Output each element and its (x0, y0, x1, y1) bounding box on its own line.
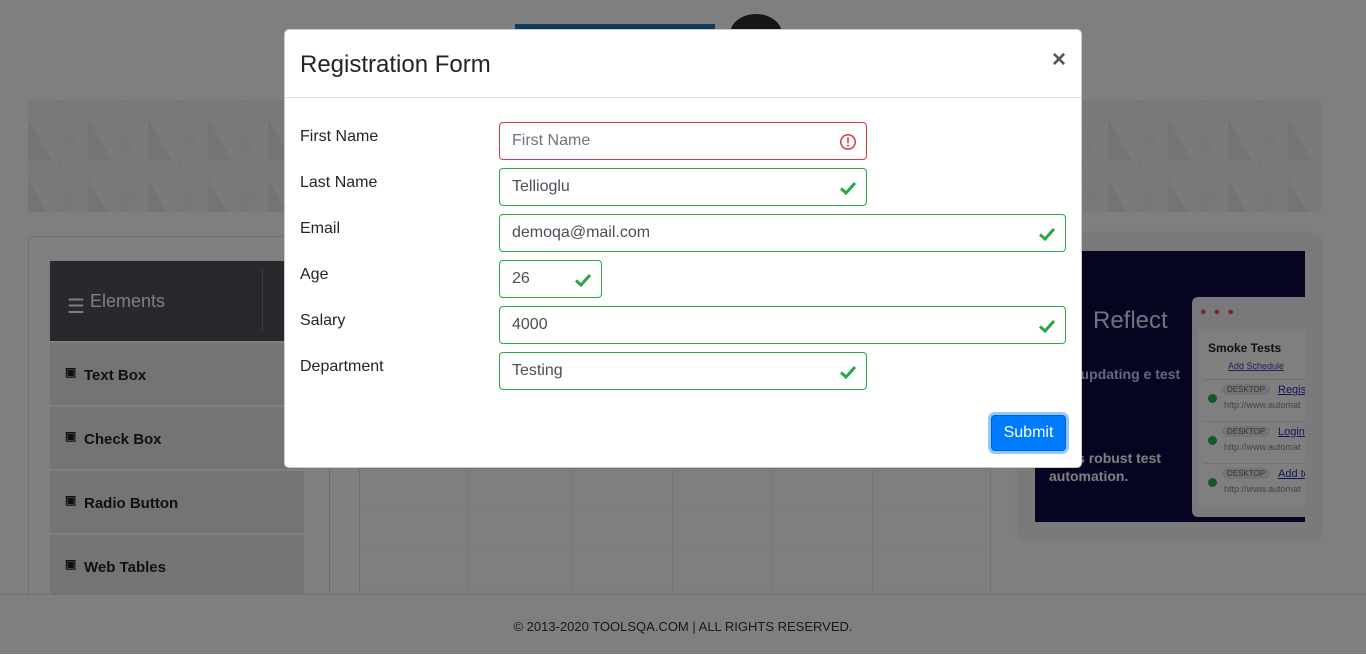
modal-header: Registration Form × (285, 30, 1081, 98)
salary-field[interactable] (499, 306, 1066, 344)
email-field[interactable] (499, 214, 1066, 252)
last-name-label: Last Name (300, 174, 378, 191)
close-icon[interactable]: × (1052, 48, 1066, 72)
first-name-label: First Name (300, 128, 379, 145)
check-icon (574, 273, 592, 288)
last-name-field[interactable] (499, 168, 867, 206)
check-icon (1038, 319, 1056, 334)
check-icon (839, 181, 857, 196)
department-field[interactable] (499, 352, 867, 390)
first-name-input[interactable] (500, 123, 866, 159)
age-field[interactable] (499, 260, 602, 298)
email-label: Email (300, 220, 341, 237)
first-name-field[interactable] (499, 122, 867, 160)
department-input[interactable] (500, 353, 866, 389)
check-icon (1038, 227, 1056, 242)
submit-button[interactable]: Submit (991, 415, 1066, 451)
check-icon (839, 365, 857, 380)
salary-input[interactable] (500, 307, 1065, 343)
age-label: Age (300, 266, 329, 283)
last-name-input[interactable] (500, 169, 866, 205)
department-label: Department (300, 358, 384, 375)
registration-modal: Registration Form × First Name Last Name… (284, 29, 1082, 468)
email-input[interactable] (500, 215, 1065, 251)
modal-title: Registration Form (300, 51, 491, 78)
salary-label: Salary (300, 312, 346, 329)
error-icon (840, 134, 856, 150)
